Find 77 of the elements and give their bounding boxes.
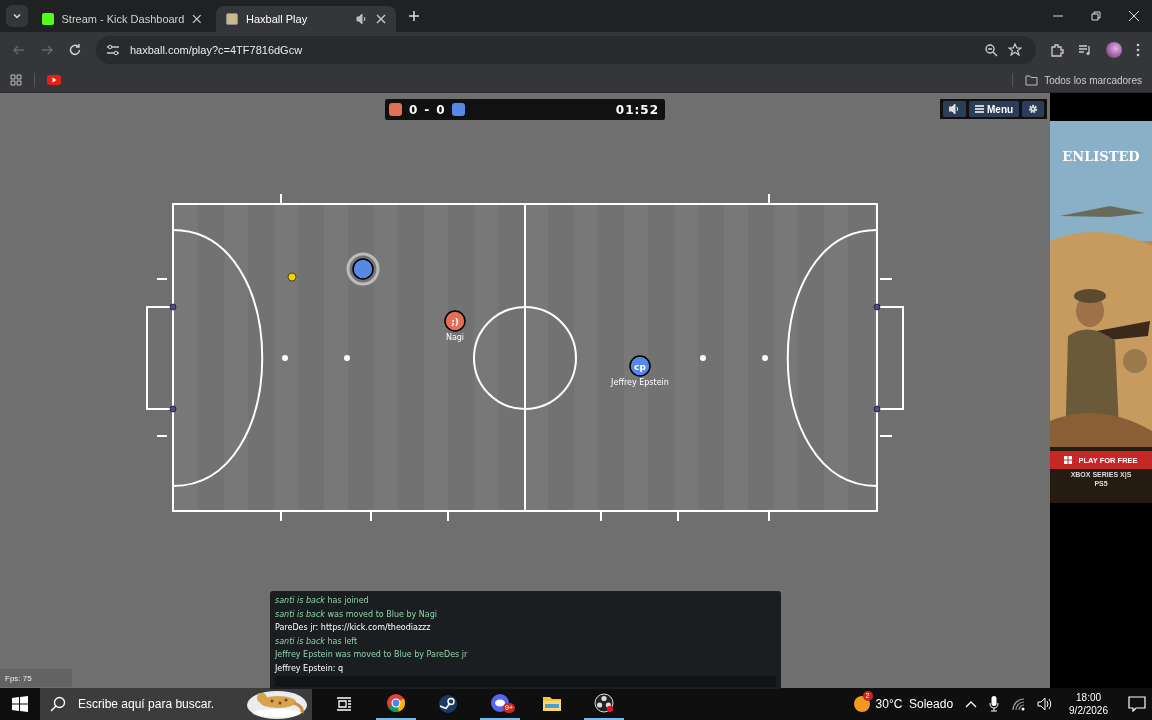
address-bar[interactable]: haxball.com/play?c=4TF7816dGcw [96, 36, 1036, 64]
browser-tab[interactable]: Stream - Kick Dashboard [32, 6, 212, 32]
video-play-icon[interactable] [47, 75, 61, 85]
speaker-icon [949, 104, 960, 114]
player-avatar: ;) [451, 316, 459, 327]
star-icon[interactable] [1008, 43, 1022, 57]
new-tab-icon[interactable] [408, 10, 420, 22]
match-timer: 01:52 [615, 102, 659, 117]
weather-text[interactable]: 30°C Soleado [875, 697, 954, 711]
settings-icon [1028, 104, 1039, 114]
player-name: Jeffrey Epstein [611, 378, 669, 387]
player-name: Nagi [445, 333, 465, 342]
goal-post [873, 405, 881, 413]
restore-icon[interactable] [1090, 10, 1102, 22]
chat-line: Jeffrey Epstein was moved to Blue by PareDes jr [275, 649, 469, 662]
score-separator: - [424, 102, 430, 117]
windows-icon [1064, 456, 1073, 464]
tab-search-button[interactable] [6, 5, 28, 27]
browser-tab[interactable]: Haxball Play [216, 6, 396, 32]
zoom-icon[interactable] [984, 43, 998, 57]
team-score: 0 [436, 102, 445, 117]
windows-icon [12, 696, 28, 712]
url-text: haxball.com/play?c=4TF7816dGcw [130, 44, 303, 56]
goal-post [169, 405, 177, 413]
folder-icon [1025, 74, 1039, 86]
chat-line: santi is back was moved to Blue by Nagi [275, 608, 439, 621]
folder-icon [542, 695, 562, 713]
fps-counter: Fps: 75 [0, 669, 72, 687]
chevron-up-icon[interactable] [965, 700, 978, 708]
close-icon[interactable] [192, 14, 202, 24]
tab-title: Stream - Kick Dashboard [61, 13, 185, 25]
favicon-icon [226, 13, 238, 25]
sun-icon[interactable] [853, 696, 870, 712]
menu-icon [975, 105, 984, 113]
steam-icon [438, 694, 458, 714]
player-highlight-ring [346, 252, 380, 286]
speaker-icon[interactable] [1037, 697, 1054, 711]
team-icon [451, 103, 465, 116]
site-settings-icon[interactable] [106, 43, 120, 57]
menu-button[interactable]: Menu [969, 101, 1020, 117]
settings-button[interactable] [1022, 101, 1045, 117]
chat-line: santi is back has left [275, 635, 359, 648]
goal-post [873, 303, 881, 311]
time-text: 18:00 [1076, 691, 1102, 704]
ball [287, 272, 297, 282]
profile-avatar[interactable] [1106, 42, 1122, 58]
team-icon [389, 103, 402, 116]
recording-app-icon [594, 693, 614, 713]
more-icon[interactable] [1136, 43, 1140, 57]
apps-icon[interactable] [10, 74, 22, 86]
ad-logo: ENLISTED [1061, 149, 1141, 164]
media-icon[interactable] [1078, 43, 1092, 57]
team-score: 0 [409, 102, 418, 117]
task-view-icon [336, 697, 352, 711]
clock[interactable]: 18:00 9/2/2026 [1069, 691, 1108, 717]
chat-line: santi is back has joined [275, 595, 370, 607]
wifi-icon[interactable] [1011, 697, 1026, 711]
player-avatar: cp [634, 361, 646, 372]
bookmarks-folder[interactable]: Todos los marcadores [1025, 74, 1142, 86]
chrome-icon [386, 693, 406, 713]
close-icon[interactable] [376, 14, 386, 24]
chevron-icon [12, 11, 22, 21]
search-input[interactable]: Escribe aquí para buscar. [76, 696, 236, 712]
chat-line: PareDes jr: https://kick.com/theodiazzz [275, 622, 432, 635]
favicon-icon [42, 13, 54, 25]
microphone-icon[interactable] [989, 696, 1000, 712]
reload-icon[interactable] [68, 43, 82, 57]
notifications-icon[interactable] [1128, 696, 1146, 712]
sound-button[interactable] [943, 101, 966, 117]
chat-line: Jeffrey Epstein: q [275, 662, 345, 675]
extensions-icon[interactable] [1050, 43, 1064, 57]
tab-title: Haxball Play [246, 13, 309, 25]
taskbar-search-bar[interactable]: Escribe aquí para buscar. [40, 688, 312, 720]
close-icon[interactable] [1128, 10, 1140, 22]
goal-post [169, 303, 177, 311]
date-text: 9/2/2026 [1069, 704, 1108, 717]
search-icon [50, 696, 66, 712]
